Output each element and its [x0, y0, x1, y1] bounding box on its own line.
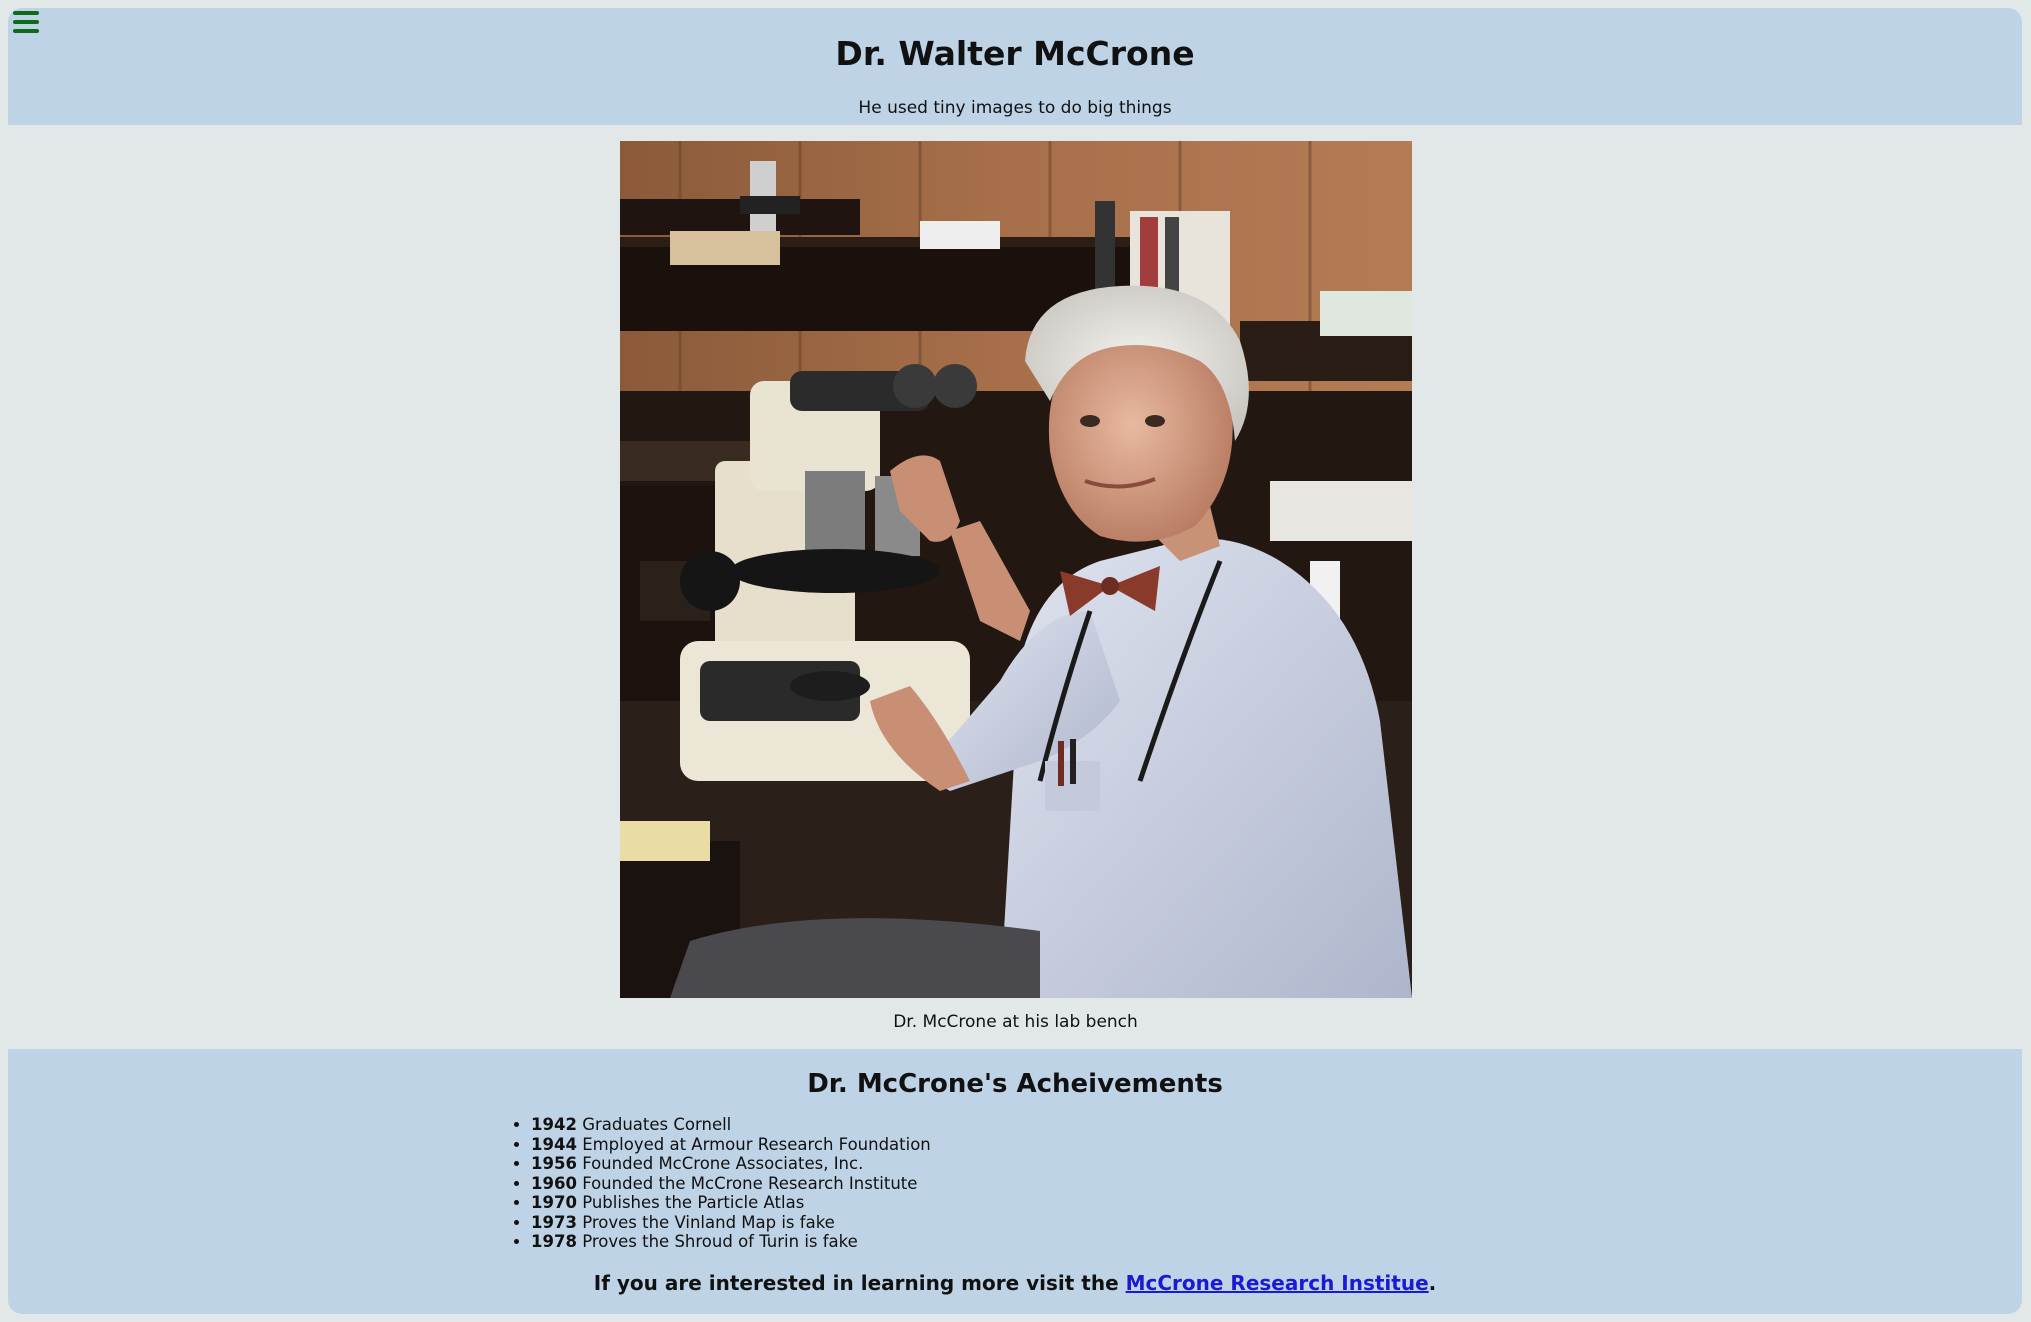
list-item: 1942 Graduates Cornell [531, 1115, 931, 1135]
achievement-text: Founded McCrone Associates, Inc. [582, 1154, 864, 1173]
page-subtitle: He used tiny images to do big things [858, 98, 1172, 118]
list-item: 1956 Founded McCrone Associates, Inc. [531, 1154, 931, 1174]
photo-caption: Dr. McCrone at his lab bench [893, 1012, 1138, 1032]
list-item: 1978 Proves the Shroud of Turin is fake [531, 1232, 931, 1252]
achievement-text: Employed at Armour Research Foundation [582, 1134, 931, 1154]
achievement-year: 1978 [531, 1232, 577, 1251]
learn-more-prefix: If you are interested in learning more v… [593, 1271, 1126, 1295]
achievement-year: 1973 [531, 1212, 577, 1232]
learn-more-suffix: . [1428, 1271, 1437, 1295]
list-item: 1960 Founded the McCrone Research Instit… [531, 1174, 931, 1194]
page: Dr. Walter McCrone He used tiny images t… [0, 0, 2031, 1322]
achievement-text: Founded the McCrone Research Institute [582, 1173, 918, 1193]
list-item: 1944 Employed at Armour Research Foundat… [531, 1135, 931, 1155]
achievement-year: 1942 [531, 1115, 577, 1134]
achievement-text: Proves the Shroud of Turin is fake [582, 1232, 858, 1251]
achievement-year: 1960 [531, 1173, 577, 1193]
learn-more-text: If you are interested in learning more v… [8, 1271, 2022, 1295]
list-item: 1973 Proves the Vinland Map is fake [531, 1213, 931, 1233]
achievement-text: Proves the Vinland Map is fake [582, 1212, 835, 1232]
institute-link[interactable]: McCrone Research Institue [1126, 1271, 1429, 1295]
achievement-text: Graduates Cornell [582, 1115, 732, 1134]
achievements-section: Dr. McCrone's Acheivements 1942 Graduate… [8, 1049, 2022, 1314]
achievements-heading: Dr. McCrone's Acheivements [807, 1069, 1223, 1099]
achievements-list: 1942 Graduates Cornell 1944 Employed at … [506, 1115, 931, 1252]
achievement-year: 1970 [531, 1193, 577, 1212]
hamburger-menu-icon[interactable] [13, 11, 41, 35]
page-title: Dr. Walter McCrone [835, 34, 1195, 73]
achievement-year: 1956 [531, 1154, 577, 1173]
achievement-year: 1944 [531, 1134, 577, 1154]
list-item: 1970 Publishes the Particle Atlas [531, 1193, 931, 1213]
achievement-text: Publishes the Particle Atlas [582, 1193, 805, 1212]
portrait-photo [620, 141, 1412, 998]
header: Dr. Walter McCrone He used tiny images t… [8, 8, 2022, 125]
